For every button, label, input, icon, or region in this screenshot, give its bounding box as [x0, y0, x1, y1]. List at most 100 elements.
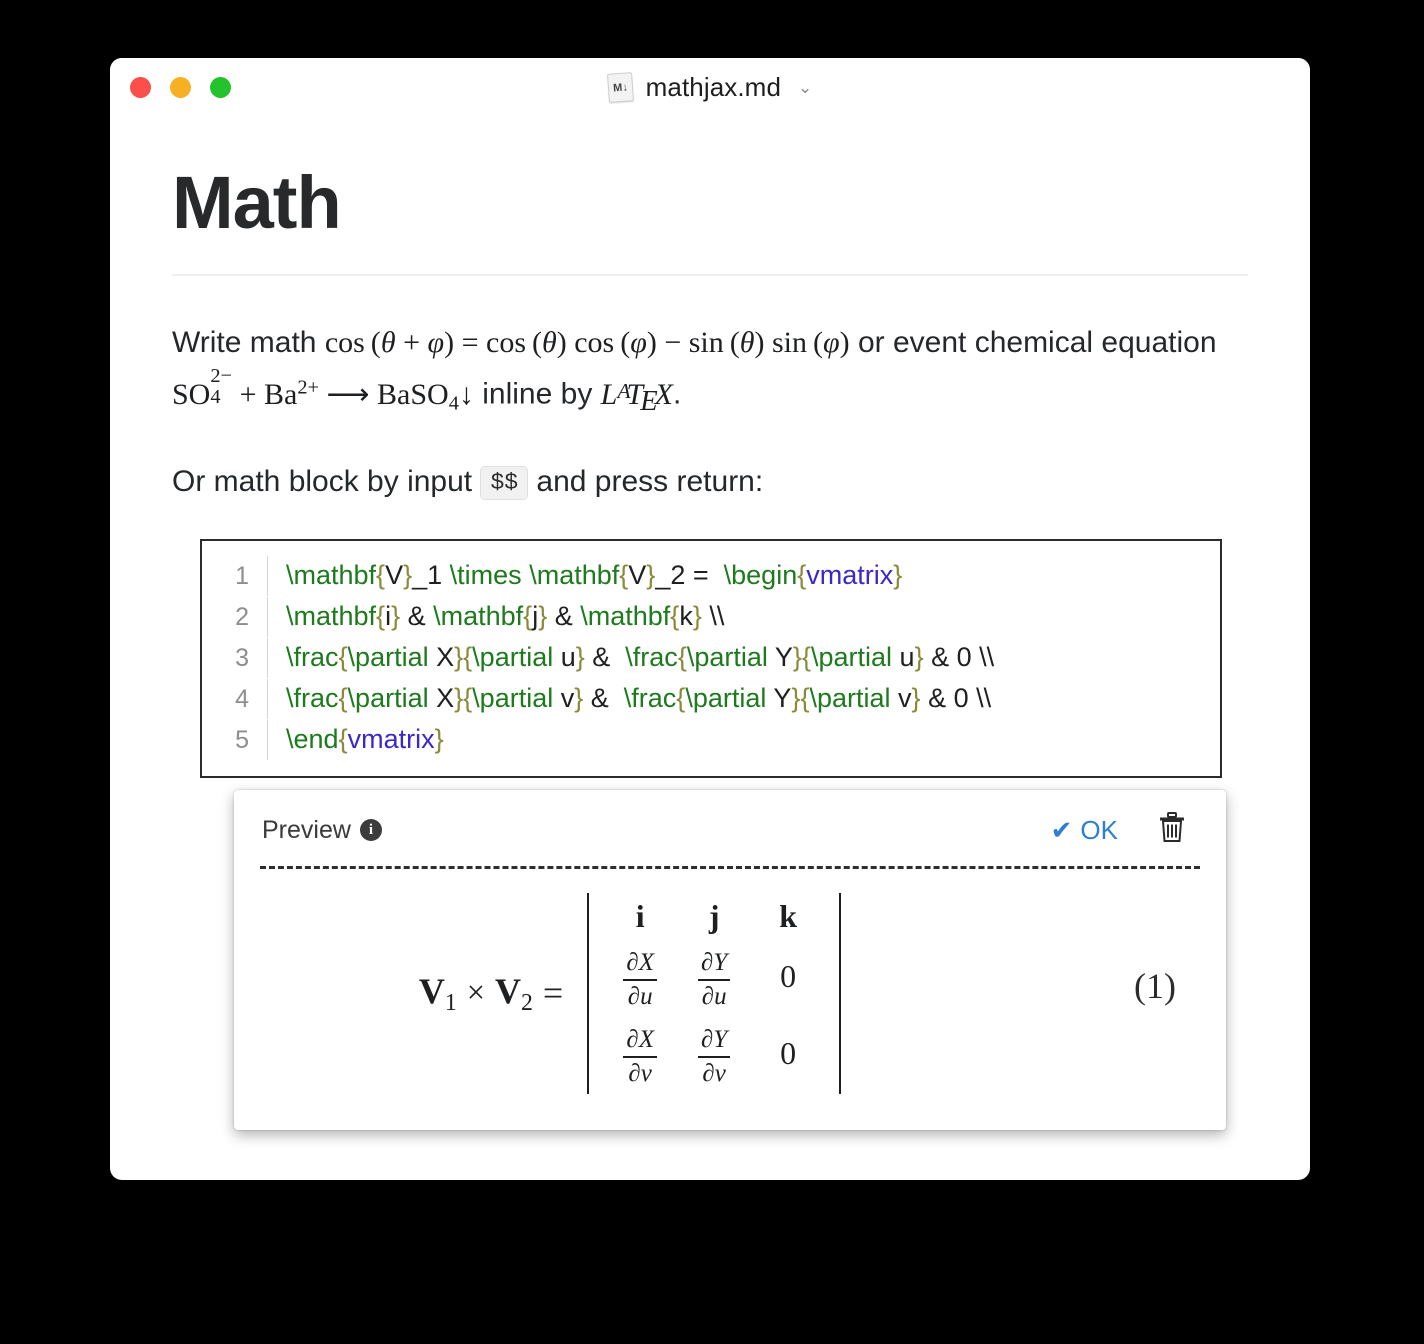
- code-token: }: [434, 724, 444, 755]
- code-token: {: [338, 683, 348, 714]
- code-token: v: [553, 683, 575, 714]
- code-line[interactable]: 2 \mathbf{i} & \mathbf{j} & \mathbf{k} \\: [202, 596, 1220, 638]
- line-number: 4: [202, 679, 268, 720]
- code-token: \partial: [809, 683, 891, 714]
- code-token: }: [893, 560, 903, 591]
- markdown-file-icon: M↓: [606, 71, 634, 103]
- matrix-cell: ∂Y ∂v: [698, 1019, 731, 1088]
- matrix-cell: 0: [780, 1034, 797, 1071]
- code-token: {: [376, 601, 386, 632]
- code-line[interactable]: 5 \end{vmatrix}: [202, 719, 1220, 761]
- code-token: \partial: [472, 642, 554, 673]
- code-token: {: [670, 601, 680, 632]
- code-token: \begin: [723, 560, 798, 591]
- matrix-cell: 0: [780, 958, 797, 995]
- preview-label-group: Preview i: [262, 816, 382, 845]
- code-token: \frac: [623, 683, 677, 714]
- math-preview-panel: Preview i ✔ OK V1 × V2 = i j k ∂X ∂u ∂Y …: [234, 790, 1226, 1130]
- code-line-text: \frac{\partial X}{\partial v} & \frac{\p…: [268, 678, 991, 718]
- check-icon: ✔: [1050, 815, 1073, 846]
- code-token: \mathbf: [433, 601, 524, 632]
- rendered-formula: V1 × V2 = i j k ∂X ∂u ∂Y ∂u 0 ∂X ∂v ∂Y ∂…: [419, 893, 851, 1094]
- code-token: V: [385, 560, 404, 591]
- code-token: }: [574, 683, 584, 714]
- window-title-group[interactable]: M↓ mathjax.md ⌄: [606, 71, 813, 103]
- determinant-right-bar: [839, 893, 842, 1094]
- code-token: \end: [286, 724, 339, 755]
- matrix-cell: k: [779, 898, 798, 935]
- code-token: & 0 \\: [923, 642, 995, 673]
- ok-button[interactable]: ✔ OK: [1051, 815, 1118, 846]
- close-button[interactable]: [130, 77, 151, 98]
- matrix-cell: ∂Y ∂u: [698, 942, 731, 1011]
- matrix-cell: j: [708, 898, 720, 935]
- code-token: {: [376, 560, 386, 591]
- code-token: u: [553, 642, 576, 673]
- text-period: .: [672, 377, 682, 411]
- determinant: i j k ∂X ∂u ∂Y ∂u 0 ∂X ∂v ∂Y ∂v 0: [577, 893, 851, 1094]
- document-body: Math Write math cos (θ + φ) = cos (θ) co…: [110, 116, 1310, 1130]
- math-source-editor[interactable]: 1 \mathbf{V}_1 \times \mathbf{V}_2 = \beg…: [200, 539, 1222, 779]
- code-line-text: \mathbf{i} & \mathbf{j} & \mathbf{k} \\: [268, 596, 724, 636]
- app-window: M↓ mathjax.md ⌄ Math Write math cos (θ +…: [110, 58, 1310, 1180]
- code-token: \partial: [472, 683, 554, 714]
- inline-math-cosine-identity: cos (θ + φ) = cos (θ) cos (φ) − sin (θ) …: [324, 325, 850, 359]
- code-token: \times: [449, 560, 522, 591]
- code-token: }: [575, 642, 585, 673]
- code-token: }: [792, 642, 802, 673]
- matrix-cell: ∂X ∂v: [623, 1019, 657, 1088]
- code-token: }: [403, 560, 413, 591]
- code-token: }: [911, 683, 921, 714]
- code-token: \mathbf: [286, 560, 377, 591]
- code-token: }: [454, 683, 464, 714]
- code-token: X: [428, 642, 455, 673]
- code-token: Y: [766, 683, 792, 714]
- text-write-math: Write math: [172, 325, 325, 359]
- equals-sign: =: [542, 973, 564, 1014]
- code-token: {: [801, 642, 811, 673]
- info-icon[interactable]: i: [359, 819, 382, 842]
- code-token: \frac: [286, 642, 339, 673]
- code-token: }: [538, 601, 548, 632]
- page-title: Math: [172, 161, 342, 244]
- inline-code-dollar-dollar: $$: [480, 466, 529, 501]
- line-number: 2: [202, 597, 268, 638]
- text-or-math-block: Or math block by input: [172, 465, 481, 499]
- preview-actions: ✔ OK: [1051, 812, 1196, 848]
- window-titlebar: M↓ mathjax.md ⌄: [110, 58, 1310, 116]
- preview-rendered-area: V1 × V2 = i j k ∂X ∂u ∂Y ∂u 0 ∂X ∂v ∂Y ∂…: [260, 869, 1200, 1103]
- code-line[interactable]: 4 \frac{\partial X}{\partial v} & \frac{\…: [202, 678, 1220, 720]
- code-token: &: [400, 601, 434, 632]
- paragraph-inline-math: Write math cos (θ + φ) = cos (θ) cos (φ)…: [172, 318, 1248, 426]
- code-token: }: [391, 601, 401, 632]
- code-token: &: [583, 683, 624, 714]
- code-token: \mathbf: [529, 560, 620, 591]
- ok-button-label: OK: [1080, 814, 1118, 845]
- minimize-button[interactable]: [170, 77, 191, 98]
- code-token: {: [677, 642, 687, 673]
- window-title: mathjax.md: [645, 71, 782, 102]
- code-token: vmatrix: [347, 724, 435, 755]
- code-token: }: [914, 642, 924, 673]
- code-line[interactable]: 3 \frac{\partial X}{\partial u} & \frac{\…: [202, 637, 1220, 679]
- code-token: V: [628, 560, 647, 591]
- latex-logo: LATEX: [600, 377, 673, 418]
- code-line[interactable]: 1 \mathbf{V}_1 \times \mathbf{V}_2 = \beg…: [202, 555, 1220, 597]
- code-token: \partial: [347, 683, 429, 714]
- code-token: \\: [701, 601, 725, 632]
- code-line-text: \frac{\partial X}{\partial u} & \frac{\p…: [268, 637, 994, 677]
- line-number: 1: [202, 556, 268, 597]
- chevron-down-icon[interactable]: ⌄: [798, 79, 812, 96]
- code-token: Y: [767, 642, 793, 673]
- code-token: v: [890, 683, 912, 714]
- code-token: {: [797, 560, 807, 591]
- delete-button[interactable]: [1158, 812, 1196, 848]
- code-token: {: [619, 560, 629, 591]
- code-token: & 0 \\: [920, 683, 992, 714]
- zoom-button[interactable]: [210, 77, 231, 98]
- code-token: k: [679, 601, 693, 632]
- determinant-left-bar: [587, 893, 590, 1094]
- code-token: {: [676, 683, 686, 714]
- code-token: }: [454, 642, 464, 673]
- code-token: {: [523, 601, 533, 632]
